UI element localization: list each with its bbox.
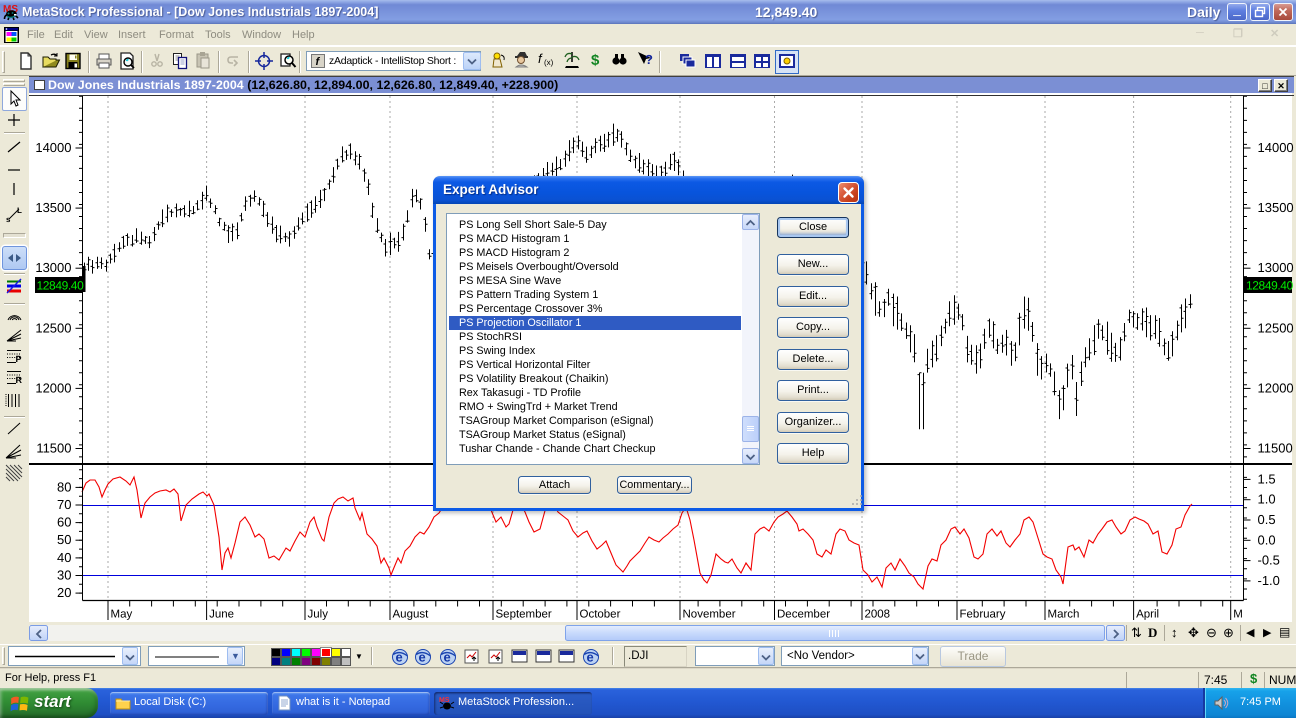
- svg-text:0.0: 0.0: [1258, 532, 1276, 547]
- svg-text:50: 50: [57, 532, 71, 547]
- svg-text:2008: 2008: [865, 609, 891, 621]
- svg-text:11500: 11500: [1258, 441, 1293, 456]
- svg-text:e: e: [419, 650, 426, 665]
- svg-text:May: May: [111, 609, 133, 621]
- svg-text:e: e: [444, 650, 451, 665]
- svg-text:September: September: [496, 609, 552, 621]
- svg-text:12849.40: 12849.40: [37, 279, 85, 293]
- svg-text:-1.0: -1.0: [1258, 573, 1280, 588]
- svg-text:June: June: [209, 609, 234, 621]
- svg-text:13500: 13500: [1258, 200, 1294, 215]
- svg-text:12500: 12500: [1258, 320, 1294, 335]
- svg-text:13000: 13000: [35, 260, 71, 275]
- svg-text:December: December: [777, 609, 830, 621]
- svg-text:$: $: [591, 52, 600, 69]
- svg-text:20: 20: [57, 585, 71, 600]
- svg-text:60: 60: [57, 515, 71, 530]
- svg-text:1.5: 1.5: [1258, 471, 1276, 486]
- svg-text:February: February: [960, 609, 1006, 621]
- svg-text:e: e: [396, 650, 403, 665]
- svg-text:0.5: 0.5: [1258, 512, 1276, 527]
- svg-text:70: 70: [57, 497, 71, 512]
- svg-text:November: November: [683, 609, 736, 621]
- svg-text:80: 80: [57, 479, 71, 494]
- svg-text:s: s: [6, 215, 11, 224]
- svg-text:13500: 13500: [35, 200, 71, 215]
- svg-text:40: 40: [57, 550, 71, 565]
- svg-text:12500: 12500: [35, 320, 71, 335]
- svg-text:P: P: [16, 354, 22, 364]
- svg-text:March: March: [1048, 609, 1080, 621]
- svg-text:R: R: [16, 375, 23, 385]
- svg-text:e: e: [587, 650, 594, 665]
- svg-text:M: M: [1233, 609, 1243, 621]
- svg-text:(x): (x): [544, 58, 554, 67]
- svg-text:12000: 12000: [35, 380, 71, 395]
- svg-text:July: July: [308, 609, 329, 621]
- svg-text:11500: 11500: [36, 441, 71, 456]
- svg-text:-0.5: -0.5: [1258, 553, 1280, 568]
- svg-text:14000: 14000: [1258, 140, 1294, 155]
- svg-text:1.0: 1.0: [1258, 492, 1276, 507]
- svg-text:L: L: [17, 206, 22, 215]
- svg-text:12849.40: 12849.40: [1246, 279, 1294, 293]
- svg-text:14000: 14000: [35, 140, 71, 155]
- svg-text:13000: 13000: [1258, 260, 1294, 275]
- svg-text:October: October: [580, 609, 621, 621]
- svg-text:April: April: [1136, 609, 1159, 621]
- svg-text:August: August: [393, 609, 430, 621]
- svg-text:f: f: [538, 51, 543, 66]
- svg-text:30: 30: [57, 568, 71, 583]
- svg-text:12000: 12000: [1258, 380, 1294, 395]
- svg-text:?: ?: [645, 52, 653, 67]
